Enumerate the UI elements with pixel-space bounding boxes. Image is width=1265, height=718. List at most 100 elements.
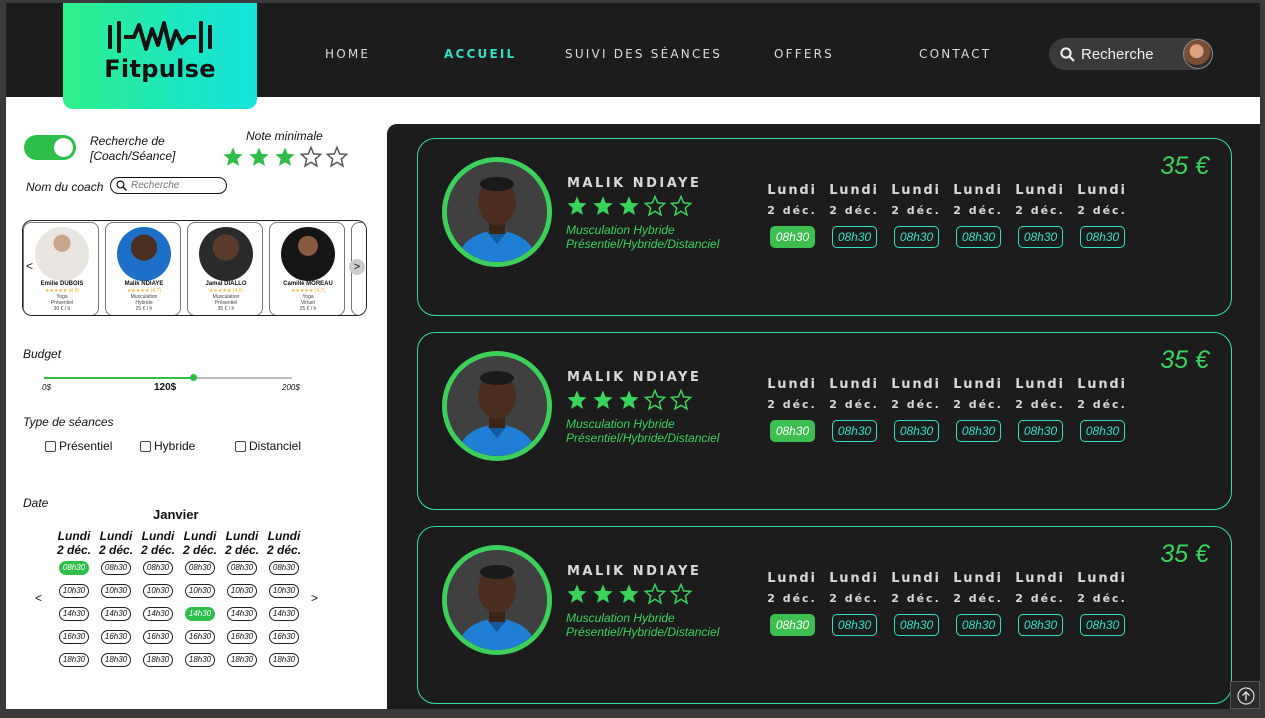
calendar-time-slot[interactable]: 14h30	[59, 607, 89, 621]
checkbox[interactable]	[45, 440, 56, 452]
calendar-time-slot[interactable]: 18h30	[269, 653, 299, 667]
coach-card[interactable]: Emilie DUBOIS ★★★★★ (4,9) Yoga Présentie…	[23, 222, 99, 315]
search-mode-toggle[interactable]	[24, 135, 76, 160]
nav-contact[interactable]: CONTACT	[919, 47, 991, 61]
calendar-time-slot[interactable]: 14h30	[269, 607, 299, 621]
star-icon[interactable]	[670, 195, 692, 217]
calendar-time-slot[interactable]: 08h30	[59, 561, 89, 575]
scroll-top-button[interactable]	[1230, 681, 1260, 709]
availability-time-slot[interactable]: 08h30	[1018, 420, 1063, 442]
calendar-time-slot[interactable]: 10h30	[269, 584, 299, 598]
calendar-time-slot[interactable]: 14h30	[101, 607, 131, 621]
star-icon[interactable]	[592, 195, 614, 217]
availability-day-date: 2 déc.	[767, 204, 817, 217]
star-icon[interactable]	[592, 389, 614, 411]
star-icon[interactable]	[222, 146, 244, 168]
availability-time-slot[interactable]: 08h30	[832, 614, 877, 636]
coach-result-card[interactable]: MALIK NDIAYE Musculation Hybride Présentie…	[417, 526, 1232, 704]
calendar-time-slot[interactable]: 18h30	[185, 653, 215, 667]
carousel-prev-button[interactable]: <	[26, 259, 33, 273]
nav-suivi-seances[interactable]: SUIVI DES SÉANCES	[565, 47, 722, 61]
calendar-time-slot[interactable]: 16h30	[101, 630, 131, 644]
availability-time-slot[interactable]: 08h30	[894, 614, 939, 636]
user-avatar[interactable]	[1183, 39, 1213, 69]
calendar-time-slot[interactable]: 18h30	[101, 653, 131, 667]
budget-slider-handle[interactable]	[189, 374, 197, 381]
nav-offers[interactable]: OFFERS	[774, 47, 834, 61]
calendar-prev-button[interactable]: <	[35, 591, 42, 605]
star-icon[interactable]	[300, 146, 322, 168]
calendar-time-slot[interactable]: 16h30	[269, 630, 299, 644]
availability-time-slot[interactable]: 08h30	[1080, 420, 1125, 442]
calendar-next-button[interactable]: >	[311, 591, 318, 605]
calendar-time-slot[interactable]: 16h30	[227, 630, 257, 644]
calendar-time-slot[interactable]: 14h30	[143, 607, 173, 621]
calendar-time-slot[interactable]: 08h30	[269, 561, 299, 575]
star-icon[interactable]	[618, 195, 640, 217]
coach-card[interactable]: Camille MOREAU ★★★★★ (4,7) Yoga Virtuel …	[269, 222, 345, 315]
calendar-time-slot[interactable]: 18h30	[59, 653, 89, 667]
coach-result-card[interactable]: MALIK NDIAYE Musculation Hybride Présentie…	[417, 138, 1232, 316]
star-icon[interactable]	[248, 146, 270, 168]
star-icon[interactable]	[618, 389, 640, 411]
session-type-hybride[interactable]: Hybride	[140, 439, 195, 453]
calendar-time-slot[interactable]: 10h30	[227, 584, 257, 598]
star-icon[interactable]	[670, 389, 692, 411]
star-icon[interactable]	[618, 583, 640, 605]
availability-time-slot[interactable]: 08h30	[1080, 614, 1125, 636]
calendar-time-slot[interactable]: 10h30	[185, 584, 215, 598]
availability-time-slot[interactable]: 08h30	[1018, 226, 1063, 248]
star-icon[interactable]	[644, 389, 666, 411]
calendar-time-slot[interactable]: 08h30	[143, 561, 173, 575]
availability-time-slot[interactable]: 08h30	[894, 420, 939, 442]
budget-slider[interactable]	[44, 374, 292, 381]
star-icon[interactable]	[566, 583, 588, 605]
calendar-time-slot[interactable]: 08h30	[227, 561, 257, 575]
checkbox[interactable]	[235, 440, 246, 452]
session-type-presentiel[interactable]: Présentiel	[45, 439, 112, 453]
calendar-time-slot[interactable]: 10h30	[143, 584, 173, 598]
calendar-time-slot[interactable]: 14h30	[227, 607, 257, 621]
calendar-time-slot[interactable]: 18h30	[227, 653, 257, 667]
nav-home[interactable]: HOME	[325, 47, 370, 61]
logo[interactable]: Fitpulse	[63, 3, 257, 109]
availability-time-slot[interactable]: 08h30	[1080, 226, 1125, 248]
calendar-time-slot[interactable]: 16h30	[185, 630, 215, 644]
nav-accueil[interactable]: ACCUEIL	[444, 47, 516, 61]
availability-time-slot[interactable]: 08h30	[956, 226, 1001, 248]
availability-time-slot[interactable]: 08h30	[1018, 614, 1063, 636]
availability-time-slot[interactable]: 08h30	[956, 614, 1001, 636]
star-icon[interactable]	[644, 195, 666, 217]
calendar-time-slot[interactable]: 08h30	[185, 561, 215, 575]
availability-day-date: 2 déc.	[829, 592, 879, 605]
carousel-next-button[interactable]: >	[349, 259, 365, 275]
star-icon[interactable]	[592, 583, 614, 605]
calendar-time-slot[interactable]: 14h30	[185, 607, 215, 621]
coach-result-card[interactable]: MALIK NDIAYE Musculation Hybride Présentie…	[417, 332, 1232, 510]
calendar-time-slot[interactable]: 10h30	[101, 584, 131, 598]
calendar-time-slot[interactable]: 08h30	[101, 561, 131, 575]
min-rating-stars[interactable]	[222, 146, 348, 168]
session-type-distanciel[interactable]: Distanciel	[235, 439, 301, 453]
availability-time-slot[interactable]: 08h30	[832, 420, 877, 442]
star-icon[interactable]	[566, 195, 588, 217]
calendar-time-slot[interactable]: 16h30	[59, 630, 89, 644]
coach-search-input[interactable]	[110, 177, 227, 194]
availability-time-slot[interactable]: 08h30	[832, 226, 877, 248]
star-icon[interactable]	[644, 583, 666, 605]
calendar-time-slot[interactable]: 10h30	[59, 584, 89, 598]
calendar-time-slot[interactable]: 18h30	[143, 653, 173, 667]
coach-card[interactable]: Jamal DIALLO ★★★★★ (4,6) Musculation Pré…	[187, 222, 263, 315]
checkbox[interactable]	[140, 440, 151, 452]
star-icon[interactable]	[326, 146, 348, 168]
availability-time-slot[interactable]: 08h30	[770, 614, 815, 636]
availability-time-slot[interactable]: 08h30	[956, 420, 1001, 442]
availability-time-slot[interactable]: 08h30	[894, 226, 939, 248]
star-icon[interactable]	[566, 389, 588, 411]
coach-card[interactable]: Malik NDIAYE ★★★★★ (4,7) Musculation Hyb…	[105, 222, 181, 315]
star-icon[interactable]	[274, 146, 296, 168]
calendar-time-slot[interactable]: 16h30	[143, 630, 173, 644]
star-icon[interactable]	[670, 583, 692, 605]
availability-time-slot[interactable]: 08h30	[770, 226, 815, 248]
availability-time-slot[interactable]: 08h30	[770, 420, 815, 442]
